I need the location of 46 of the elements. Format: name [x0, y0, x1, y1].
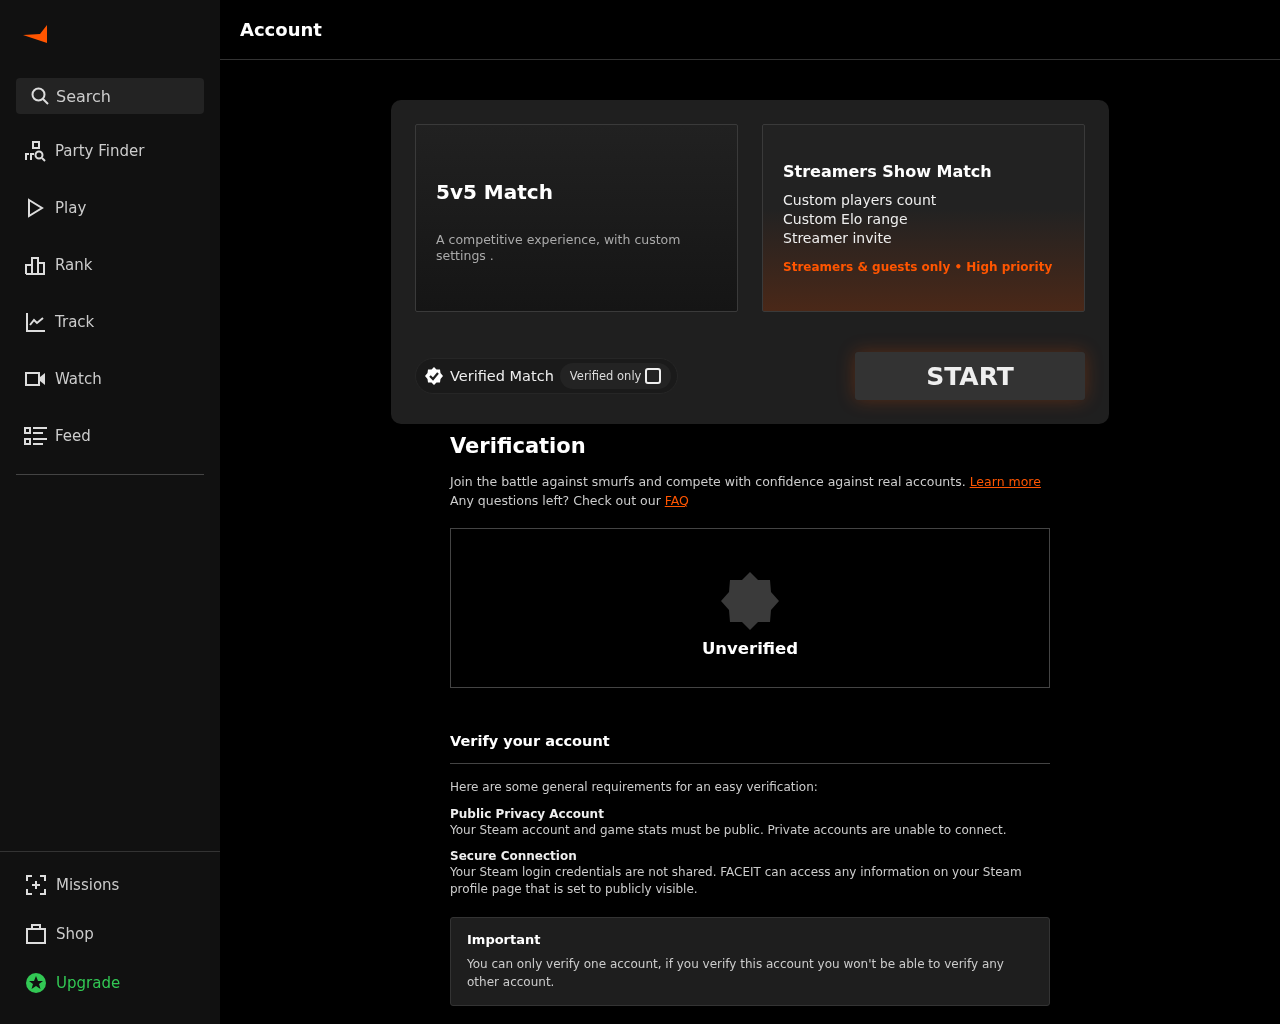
faq-text: Any questions left? Check out our FAQ	[450, 492, 690, 510]
page-title: Account	[240, 19, 322, 40]
target-plus-icon	[25, 873, 47, 896]
faq-link[interactable]: FAQ	[664, 493, 689, 508]
status-label: Unverified	[701, 638, 799, 658]
requirement-text: Your Steam login credentials are not shared. FACEIT can access any information on your Steam profile page that is set to publicly visible.	[450, 864, 1023, 898]
search-field[interactable]: Search	[16, 78, 204, 114]
star-badge-icon	[25, 971, 47, 994]
badge-icon	[720, 570, 780, 631]
feature-text: Custom Elo range	[783, 210, 909, 229]
verified-badge-icon	[424, 366, 444, 386]
nav-item[interactable]: Play	[0, 179, 220, 236]
notice-title: Important	[467, 932, 542, 947]
section-title: Verification	[450, 434, 587, 458]
line-chart-icon	[24, 310, 48, 333]
nav-item[interactable]: Feed	[0, 407, 220, 464]
nav-item[interactable]: Watch	[0, 350, 220, 407]
nav-item[interactable]: Shop	[0, 909, 220, 958]
intro-text: Join the battle against smurfs and compete with confidence against real accounts. Learn more	[450, 473, 1042, 491]
list-icon	[24, 424, 48, 447]
notice-text: You can only verify one account, if you verify this account you won't be able to verify any other account.	[467, 956, 1005, 991]
requirements-intro: Here are some general requirements for an easy verification:	[450, 780, 819, 794]
nav-item[interactable]: Party Finder	[0, 132, 220, 169]
learn-more-link[interactable]: Learn more	[969, 474, 1041, 489]
start-button[interactable]: START	[855, 352, 1085, 400]
nav-item[interactable]: Rank	[0, 236, 220, 293]
card-title: Streamers Show Match	[783, 162, 993, 181]
requirement-title: Secure Connection	[450, 848, 578, 864]
match-card[interactable]: Streamers Show Match Custom players count Custom Elo range Streamer invite Streamers & guests only • High priority	[762, 124, 1085, 312]
card-description: A competitive experience, with custom settings .	[436, 232, 682, 264]
verified-only-checkbox[interactable]: Verified only	[559, 363, 672, 389]
people-search-icon	[24, 139, 48, 162]
card-note: Streamers & guests only • High priority	[783, 260, 1054, 274]
feature-text: Streamer invite	[783, 229, 893, 248]
requirement-title: Public Privacy Account	[450, 806, 605, 822]
verified-match-label: Verified Match	[450, 368, 554, 384]
nav-item[interactable]: Upgrade	[0, 958, 220, 1007]
requirement-text: Your Steam account and game stats must be public. Private accounts are unable to connect.	[450, 822, 1008, 839]
card-title: 5v5 Match	[436, 180, 554, 204]
nav-item[interactable]: Track	[0, 293, 220, 350]
nav-item[interactable]: Missions	[0, 860, 220, 909]
logo-icon[interactable]	[22, 23, 48, 45]
briefcase-icon	[25, 922, 47, 945]
match-card[interactable]: 5v5 Match A competitive experience, with custom settings .	[415, 124, 738, 312]
feature-text: Custom players count	[783, 191, 938, 210]
subsection-title: Verify your account	[450, 733, 611, 749]
